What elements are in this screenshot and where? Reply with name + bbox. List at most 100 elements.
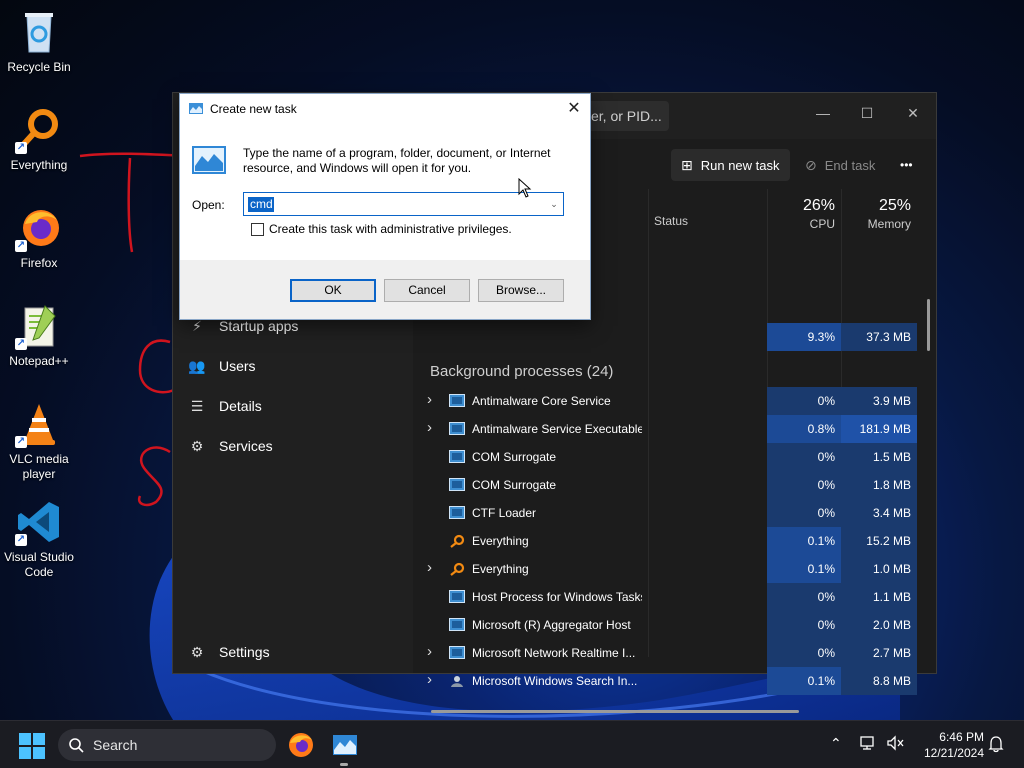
everything-icon: ↗: [15, 106, 63, 154]
taskbar-task-manager-icon[interactable]: [331, 731, 359, 759]
chevron-right-icon[interactable]: ›: [427, 643, 439, 660]
cpu-cell: 0%: [767, 611, 841, 639]
table-row[interactable]: CTF Loader 0% 3.4 MB: [413, 499, 936, 527]
table-row[interactable]: Microsoft (R) Aggregator Host 0% 2.0 MB: [413, 611, 936, 639]
desktop-icon-label: VLC media player: [9, 452, 69, 481]
run-dialog-icon: [189, 103, 203, 114]
desktop-icon-everything[interactable]: ↗ Everything: [2, 106, 76, 173]
volume-muted-icon[interactable]: [886, 735, 904, 751]
process-name: CTF Loader: [472, 506, 537, 520]
maximize-button[interactable]: ☐: [849, 99, 885, 127]
dialog-titlebar: Create new task ✕: [180, 94, 590, 124]
taskbar-firefox-icon[interactable]: [287, 731, 315, 759]
vlc-icon: ↗: [15, 400, 63, 448]
users-icon: 👥: [188, 357, 206, 374]
notification-bell-icon[interactable]: [988, 735, 1004, 753]
cpu-cell: 0%: [767, 639, 841, 667]
status-column-header[interactable]: Status: [654, 214, 688, 262]
cpu-cell: 0%: [767, 387, 841, 415]
run-large-icon: [192, 146, 226, 174]
chevron-right-icon[interactable]: ›: [427, 559, 439, 576]
table-row[interactable]: › Microsoft Windows Search In... 0.1% 8.8 M…: [413, 667, 936, 695]
shortcut-arrow-icon: ↗: [15, 142, 27, 154]
process-name: COM Surrogate: [472, 450, 557, 464]
cpu-cell: 0%: [767, 499, 841, 527]
nav-services[interactable]: ⚙ Services: [187, 429, 407, 463]
shortcut-arrow-icon: ↗: [15, 338, 27, 350]
more-options-button[interactable]: •••: [890, 149, 923, 181]
chevron-right-icon[interactable]: ›: [427, 671, 439, 688]
table-row[interactable]: › Everything 0.1% 1.0 MB: [413, 555, 936, 583]
nav-settings[interactable]: ⚙ Settings: [187, 635, 407, 669]
checkbox-label: Create this task with administrative pri…: [269, 222, 512, 236]
nav-label: Details: [219, 398, 262, 414]
end-task-icon: ⊘: [805, 156, 817, 173]
startup-apps-icon: ⚡: [192, 317, 202, 334]
vertical-scrollbar[interactable]: [927, 299, 930, 351]
close-button[interactable]: ✕: [895, 99, 931, 127]
memory-cell: 3.9 MB: [841, 387, 917, 415]
network-icon[interactable]: [860, 735, 878, 751]
minimize-button[interactable]: —: [805, 99, 841, 127]
app-window-icon: [449, 590, 465, 603]
desktop-icon-recycle-bin[interactable]: Recycle Bin: [2, 8, 76, 75]
chevron-down-icon[interactable]: ⌄: [547, 196, 561, 212]
nav-details[interactable]: ☰ Details: [187, 389, 407, 423]
memory-column-header[interactable]: 25% Memory: [841, 189, 917, 237]
checkbox-box[interactable]: [251, 222, 264, 236]
memory-cell: 2.7 MB: [841, 639, 917, 667]
app-window-icon: [449, 394, 465, 407]
cpu-cell: 0.8%: [767, 415, 841, 443]
run-new-task-button[interactable]: ⊞ Run new task: [671, 149, 790, 181]
taskbar-search[interactable]: Search: [58, 729, 276, 761]
nav-users[interactable]: 👥 Users: [187, 349, 407, 383]
notepad-plus-plus-icon: ↗: [15, 302, 63, 350]
shortcut-arrow-icon: ↗: [15, 436, 27, 448]
cpu-cell: 0.1%: [767, 555, 841, 583]
background-processes-heading: Background processes (24): [430, 363, 614, 380]
cancel-button[interactable]: Cancel: [384, 279, 470, 302]
table-row[interactable]: COM Surrogate 0% 1.8 MB: [413, 471, 936, 499]
taskbar: Search ⌃ 6:46 PM 12/21/2024: [0, 720, 1024, 768]
process-search-input[interactable]: er, or PID...: [583, 101, 669, 131]
memory-column-label: Memory: [867, 217, 911, 231]
process-name: Host Process for Windows Tasks: [472, 590, 642, 604]
table-row[interactable]: › Antimalware Core Service 0% 3.9 MB: [413, 387, 936, 415]
horizontal-scrollbar[interactable]: [431, 710, 799, 713]
chevron-right-icon[interactable]: ›: [427, 391, 439, 408]
shortcut-arrow-icon: ↗: [15, 240, 27, 252]
cpu-column-header[interactable]: 26% CPU: [767, 189, 841, 237]
process-name: COM Surrogate: [472, 478, 557, 492]
table-row[interactable]: 9.3% 37.3 MB: [413, 323, 936, 351]
ok-button[interactable]: OK: [290, 279, 376, 302]
table-row[interactable]: Everything 0.1% 15.2 MB: [413, 527, 936, 555]
chevron-right-icon[interactable]: ›: [427, 419, 439, 436]
table-row[interactable]: Host Process for Windows Tasks 0% 1.1 MB: [413, 583, 936, 611]
open-input-selected-text[interactable]: cmd: [248, 197, 274, 212]
desktop-icon-notepad-plus-plus[interactable]: ↗ Notepad++: [2, 302, 76, 369]
table-row[interactable]: › Microsoft Network Realtime I... 0% 2.7 MB: [413, 639, 936, 667]
browse-button[interactable]: Browse...: [478, 279, 564, 302]
end-task-label: End task: [824, 157, 876, 173]
admin-privileges-checkbox[interactable]: Create this task with administrative pri…: [251, 222, 512, 236]
start-button[interactable]: [19, 733, 45, 759]
desktop-icon-label: Firefox: [20, 256, 58, 270]
search-indexer-icon: [449, 674, 465, 687]
details-icon: ☰: [190, 397, 204, 414]
system-clock[interactable]: 6:46 PM 12/21/2024: [916, 729, 984, 761]
table-row[interactable]: COM Surrogate 0% 1.5 MB: [413, 443, 936, 471]
end-task-button[interactable]: ⊘ End task: [795, 149, 885, 181]
dialog-close-button[interactable]: ✕: [564, 98, 584, 120]
open-combobox[interactable]: cmd ⌄: [243, 192, 564, 216]
desktop-icon-vlc[interactable]: ↗ VLC media player: [2, 400, 76, 482]
dialog-description: Type the name of a program, folder, docu…: [243, 146, 551, 175]
memory-cell: 37.3 MB: [841, 323, 917, 351]
process-name: Antimalware Core Service: [472, 394, 611, 408]
app-window-icon: [449, 618, 465, 631]
search-icon: [69, 738, 84, 753]
desktop-icon-vscode[interactable]: ↗ Visual Studio Code: [2, 498, 76, 580]
table-row[interactable]: › Antimalware Service Executable 0.8% 181.9…: [413, 415, 936, 443]
show-hidden-icons-chevron-up-icon[interactable]: ⌃: [830, 735, 842, 752]
desktop-icon-firefox[interactable]: ↗ Firefox: [2, 204, 76, 271]
process-name: Microsoft Windows Search In...: [472, 674, 638, 688]
